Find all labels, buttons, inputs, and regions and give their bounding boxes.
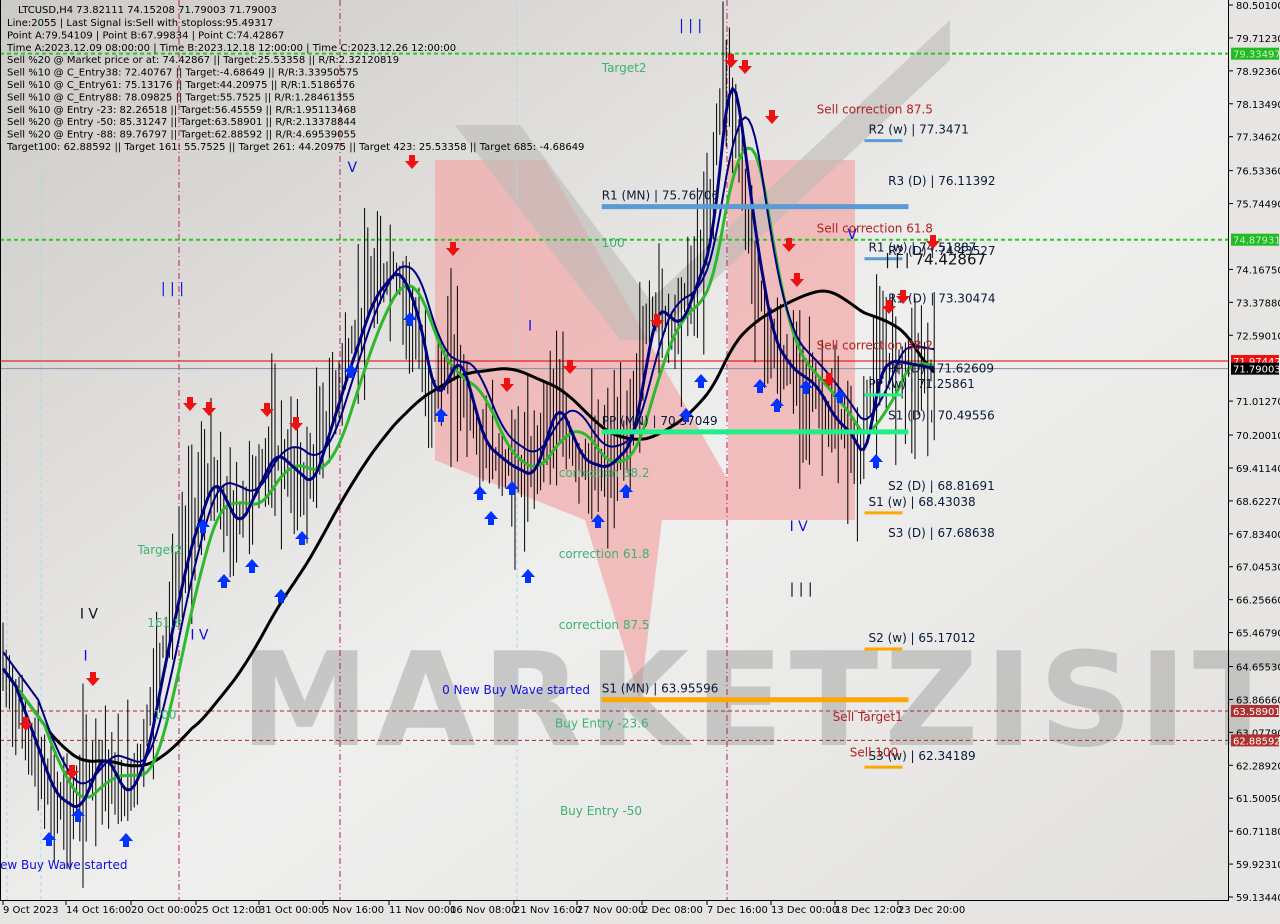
y-tick-label: 74.16750 (1236, 265, 1280, 276)
chart-annotation: Target2 (601, 61, 647, 75)
y-tick-label: 68.62270 (1236, 497, 1280, 508)
wave-label: I V (790, 519, 809, 535)
info-line: Target100: 62.88592 || Target 161: 55.75… (6, 142, 584, 153)
chart-annotation: Sell correction 61.8 (817, 222, 933, 236)
y-tick-label: 69.41140 (1236, 464, 1280, 475)
chart-annotation: Sell correction 38.2 (817, 338, 933, 352)
x-tick-label: 11 Nov 00:00 (389, 905, 456, 916)
y-tick-label: 63.86660 (1236, 695, 1280, 706)
info-line: Sell %10 @ C_Entry38: 72.40767 || Target… (7, 68, 359, 79)
pivot-label: R3 (D) | 76.11392 (888, 174, 995, 188)
y-tick-label: 75.74490 (1236, 200, 1280, 211)
chart-annotation: 161.8 (147, 616, 181, 630)
x-tick-label: 18 Dec 12:00 (835, 905, 902, 916)
chart-annotation: Sell Target1 (833, 710, 903, 724)
x-tick-label: 7 Dec 16:00 (707, 905, 768, 916)
pivot-label: R1 (MN) | 75.76706 (602, 189, 719, 203)
info-line: Sell %20 @ Entry -50: 85.31247 || Target… (7, 117, 356, 128)
y-tick-label: 67.83400 (1236, 530, 1280, 541)
chart-annotation: 0 New Buy Wave started (442, 683, 590, 697)
price-tag-label: 79.33497 (1233, 50, 1280, 61)
wave-label: | | | (161, 281, 184, 297)
x-tick-label: 20 Oct 00:00 (131, 905, 196, 916)
info-line: Sell %10 @ Entry -23: 82.26518 || Target… (7, 105, 356, 116)
symbol-ohlc-line: LTCUSD,H4 73.82111 74.15208 71.79003 71.… (18, 5, 277, 16)
pivot-label: S2 (w) | 65.17012 (869, 631, 976, 645)
pivot-label: S3 (D) | 67.68638 (888, 526, 995, 540)
y-tick-label: 73.37880 (1236, 298, 1280, 309)
info-line: Sell %10 @ C_Entry61: 75.13176 || Target… (7, 80, 355, 91)
point-c-label: | | | 74.42867 (885, 251, 986, 269)
x-tick-label: 23 Dec 20:00 (898, 905, 965, 916)
x-tick-label: 14 Oct 16:00 (66, 905, 131, 916)
y-tick-label: 61.50050 (1236, 794, 1280, 805)
x-tick-label: 27 Nov 00:00 (577, 905, 644, 916)
chart-area[interactable]: MARKETZISITE R2 (w) | 77.3471 R3 (D) | 76… (0, 0, 1280, 920)
pivot-label: S1 (MN) | 63.95596 (602, 682, 719, 696)
chart-annotation: Target2 (137, 543, 183, 557)
chart-annotation: 100 (154, 708, 177, 722)
y-tick-label: 78.92360 (1236, 67, 1280, 78)
y-tick-label: 72.59010 (1236, 331, 1280, 342)
y-tick-label: 65.46790 (1236, 629, 1280, 640)
y-tick-label: 62.28920 (1236, 761, 1280, 772)
y-tick-label: 64.65530 (1236, 663, 1280, 674)
wave-label: | | | (790, 582, 813, 598)
pivot-label: R2 (w) | 77.3471 (869, 123, 969, 137)
price-chart[interactable]: MARKETZISITE R2 (w) | 77.3471R3 (D) | 76… (0, 0, 1280, 920)
price-tag-label: 74.87931 (1233, 236, 1280, 247)
wave-label: I (528, 319, 532, 335)
chart-annotation: correction 38.2 (559, 466, 650, 480)
x-tick-label: 9 Oct 2023 (3, 905, 58, 916)
info-line: Point A:79.54109 | Point B:67.99834 | Po… (7, 30, 284, 41)
wave-label: V (348, 160, 358, 176)
chart-annotation: 100 (602, 236, 625, 250)
pivot-label: S2 (D) | 68.81691 (888, 479, 995, 493)
pivot-label: S1 (w) | 68.43038 (869, 495, 976, 509)
price-tag-label: 62.88592 (1233, 736, 1280, 747)
x-tick-label: 25 Oct 12:00 (196, 905, 261, 916)
pivot-label: PP (D) | 71.62609 (888, 362, 994, 376)
info-line: Line:2055 | Last Signal is:Sell with sto… (7, 18, 273, 29)
y-tick-label: 80.50100 (1236, 1, 1280, 12)
chart-annotation: Sell correction 87.5 (817, 103, 933, 117)
wave-label: I (84, 648, 88, 664)
y-tick-label: 67.04530 (1236, 563, 1280, 574)
y-tick-label: 77.34620 (1236, 133, 1280, 144)
chart-annotation: Buy Entry -23.6 (555, 716, 649, 730)
x-tick-label: 13 Dec 00:00 (771, 905, 838, 916)
info-line: Sell %10 @ C_Entry88: 78.09825 || Target… (7, 92, 355, 103)
pivot-label: S1 (D) | 70.49556 (888, 409, 995, 423)
chart-annotation: correction 87.5 (559, 618, 650, 632)
y-tick-label: 60.71180 (1236, 827, 1280, 838)
y-tick-label: 71.01270 (1236, 397, 1280, 408)
y-tick-label: 70.20010 (1236, 431, 1280, 442)
x-tick-label: 16 Nov 08:00 (450, 905, 517, 916)
wave-label: | | | (679, 18, 702, 34)
chart-annotation: correction 61.8 (559, 547, 650, 561)
x-tick-label: 31 Oct 00:00 (259, 905, 324, 916)
y-tick-label: 59.13440 (1236, 893, 1280, 904)
price-tag-label: 63.58901 (1233, 707, 1280, 718)
y-tick-label: 78.13490 (1236, 100, 1280, 111)
chart-annotation: Sell 100 (850, 745, 898, 759)
chart-annotation: Buy Entry -50 (560, 804, 642, 818)
x-tick-label: 21 Nov 16:00 (514, 905, 581, 916)
y-tick-label: 76.53360 (1236, 167, 1280, 178)
y-tick-label: 59.92310 (1236, 860, 1280, 871)
wave-label: V (847, 227, 857, 243)
wave-label: I V (80, 607, 99, 623)
y-tick-label: 79.71230 (1236, 34, 1280, 45)
info-line: Sell %20 @ Market price or at: 74.42867 … (7, 55, 399, 66)
price-tag-label: 71.79003 (1233, 365, 1280, 376)
pivot-label: PP (w) | 71.25861 (869, 377, 975, 391)
wave-label: I V (190, 628, 209, 644)
info-line: Sell %20 @ Entry -88: 89.76797 || Target… (7, 130, 356, 141)
info-line: Time A:2023.12.09 08:00:00 | Time B:2023… (6, 43, 456, 54)
chart-annotation: ew Buy Wave started (0, 858, 127, 872)
x-tick-label: 5 Nov 16:00 (323, 905, 384, 916)
y-tick-label: 66.25660 (1236, 596, 1280, 607)
pivot-label: PP (MN) | 70.37049 (602, 414, 718, 428)
x-tick-label: 2 Dec 08:00 (642, 905, 703, 916)
